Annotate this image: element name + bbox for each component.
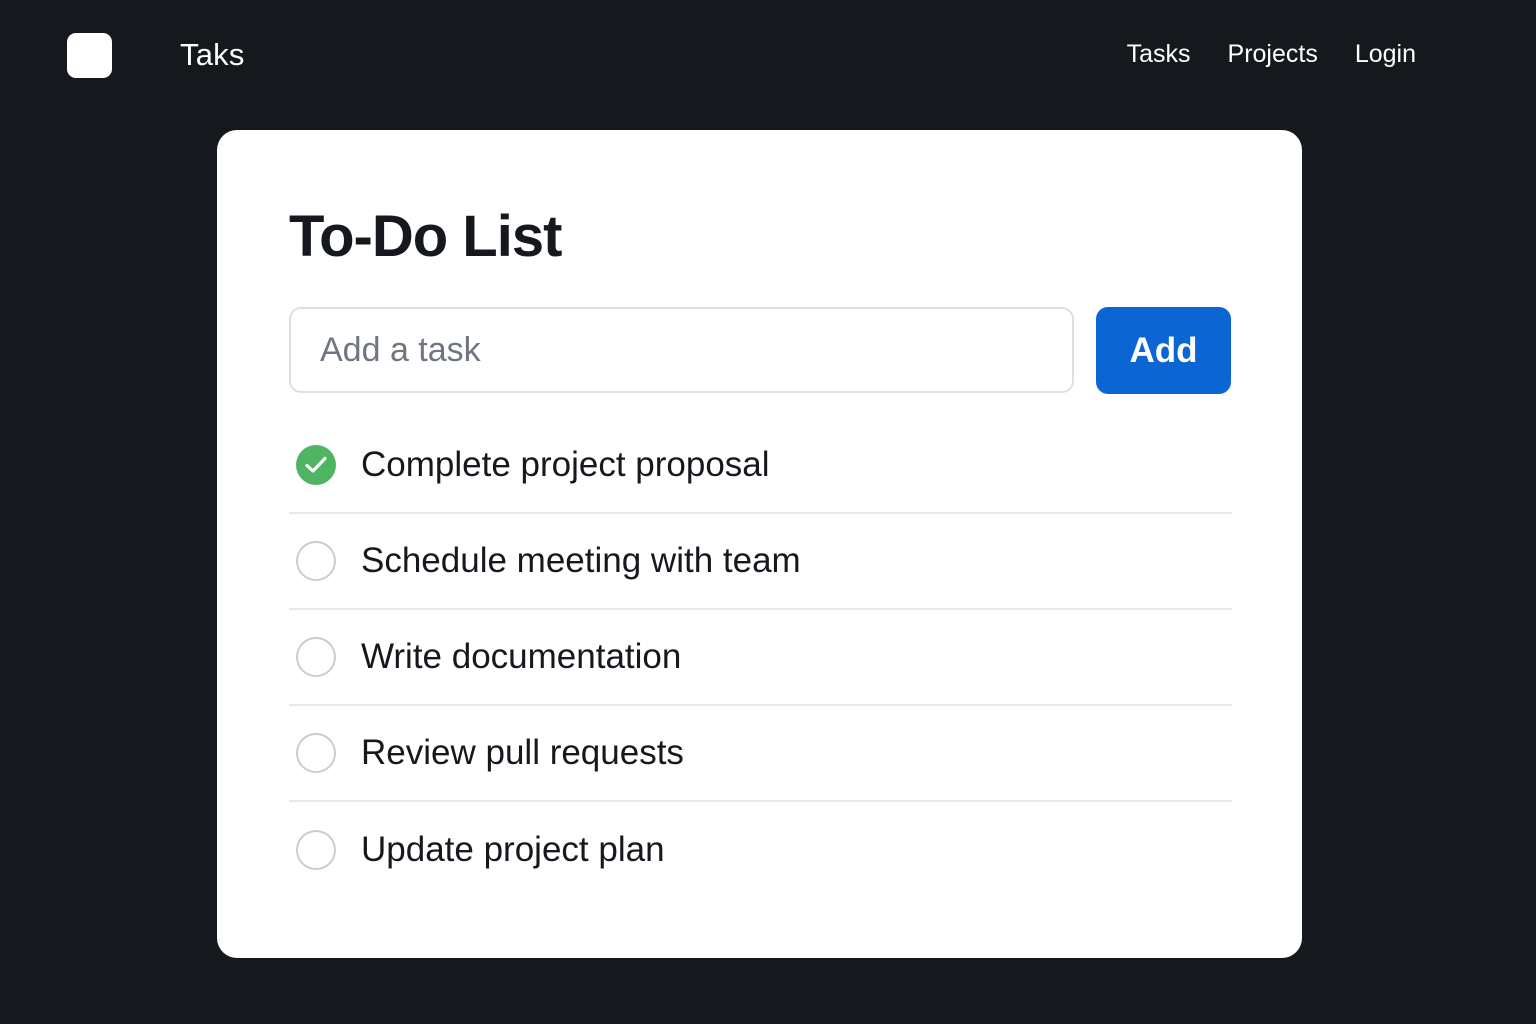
nav-projects[interactable]: Projects [1228, 36, 1318, 72]
app-logo[interactable] [67, 33, 112, 78]
empty-circle-icon[interactable] [296, 733, 336, 773]
task-text: Review pull requests [361, 733, 684, 772]
main-nav: Tasks Projects Login [1127, 36, 1416, 72]
task-item[interactable]: Review pull requests [289, 706, 1232, 802]
add-task-button[interactable]: Add [1096, 307, 1231, 394]
empty-circle-icon[interactable] [296, 637, 336, 677]
page-title: To-Do List [289, 204, 562, 269]
empty-circle-icon[interactable] [296, 541, 336, 581]
task-text: Write documentation [361, 637, 682, 676]
task-item[interactable]: Schedule meeting with team [289, 514, 1232, 610]
nav-tasks[interactable]: Tasks [1127, 36, 1191, 72]
nav-login[interactable]: Login [1355, 36, 1416, 72]
todo-card: To-Do List Add Complete project proposal… [217, 130, 1302, 958]
task-text: Complete project proposal [361, 445, 770, 484]
empty-circle-icon[interactable] [296, 830, 336, 870]
check-circle-icon[interactable] [296, 445, 336, 485]
top-bar: Taks Tasks Projects Login [0, 0, 1536, 110]
task-item[interactable]: Update project plan [289, 802, 1232, 898]
add-task-input[interactable] [289, 307, 1074, 393]
brand-name[interactable]: Taks [180, 36, 245, 74]
task-text: Update project plan [361, 830, 665, 869]
task-item[interactable]: Write documentation [289, 610, 1232, 706]
task-list: Complete project proposal Schedule meeti… [289, 418, 1232, 898]
task-text: Schedule meeting with team [361, 541, 801, 580]
task-item[interactable]: Complete project proposal [289, 418, 1232, 514]
